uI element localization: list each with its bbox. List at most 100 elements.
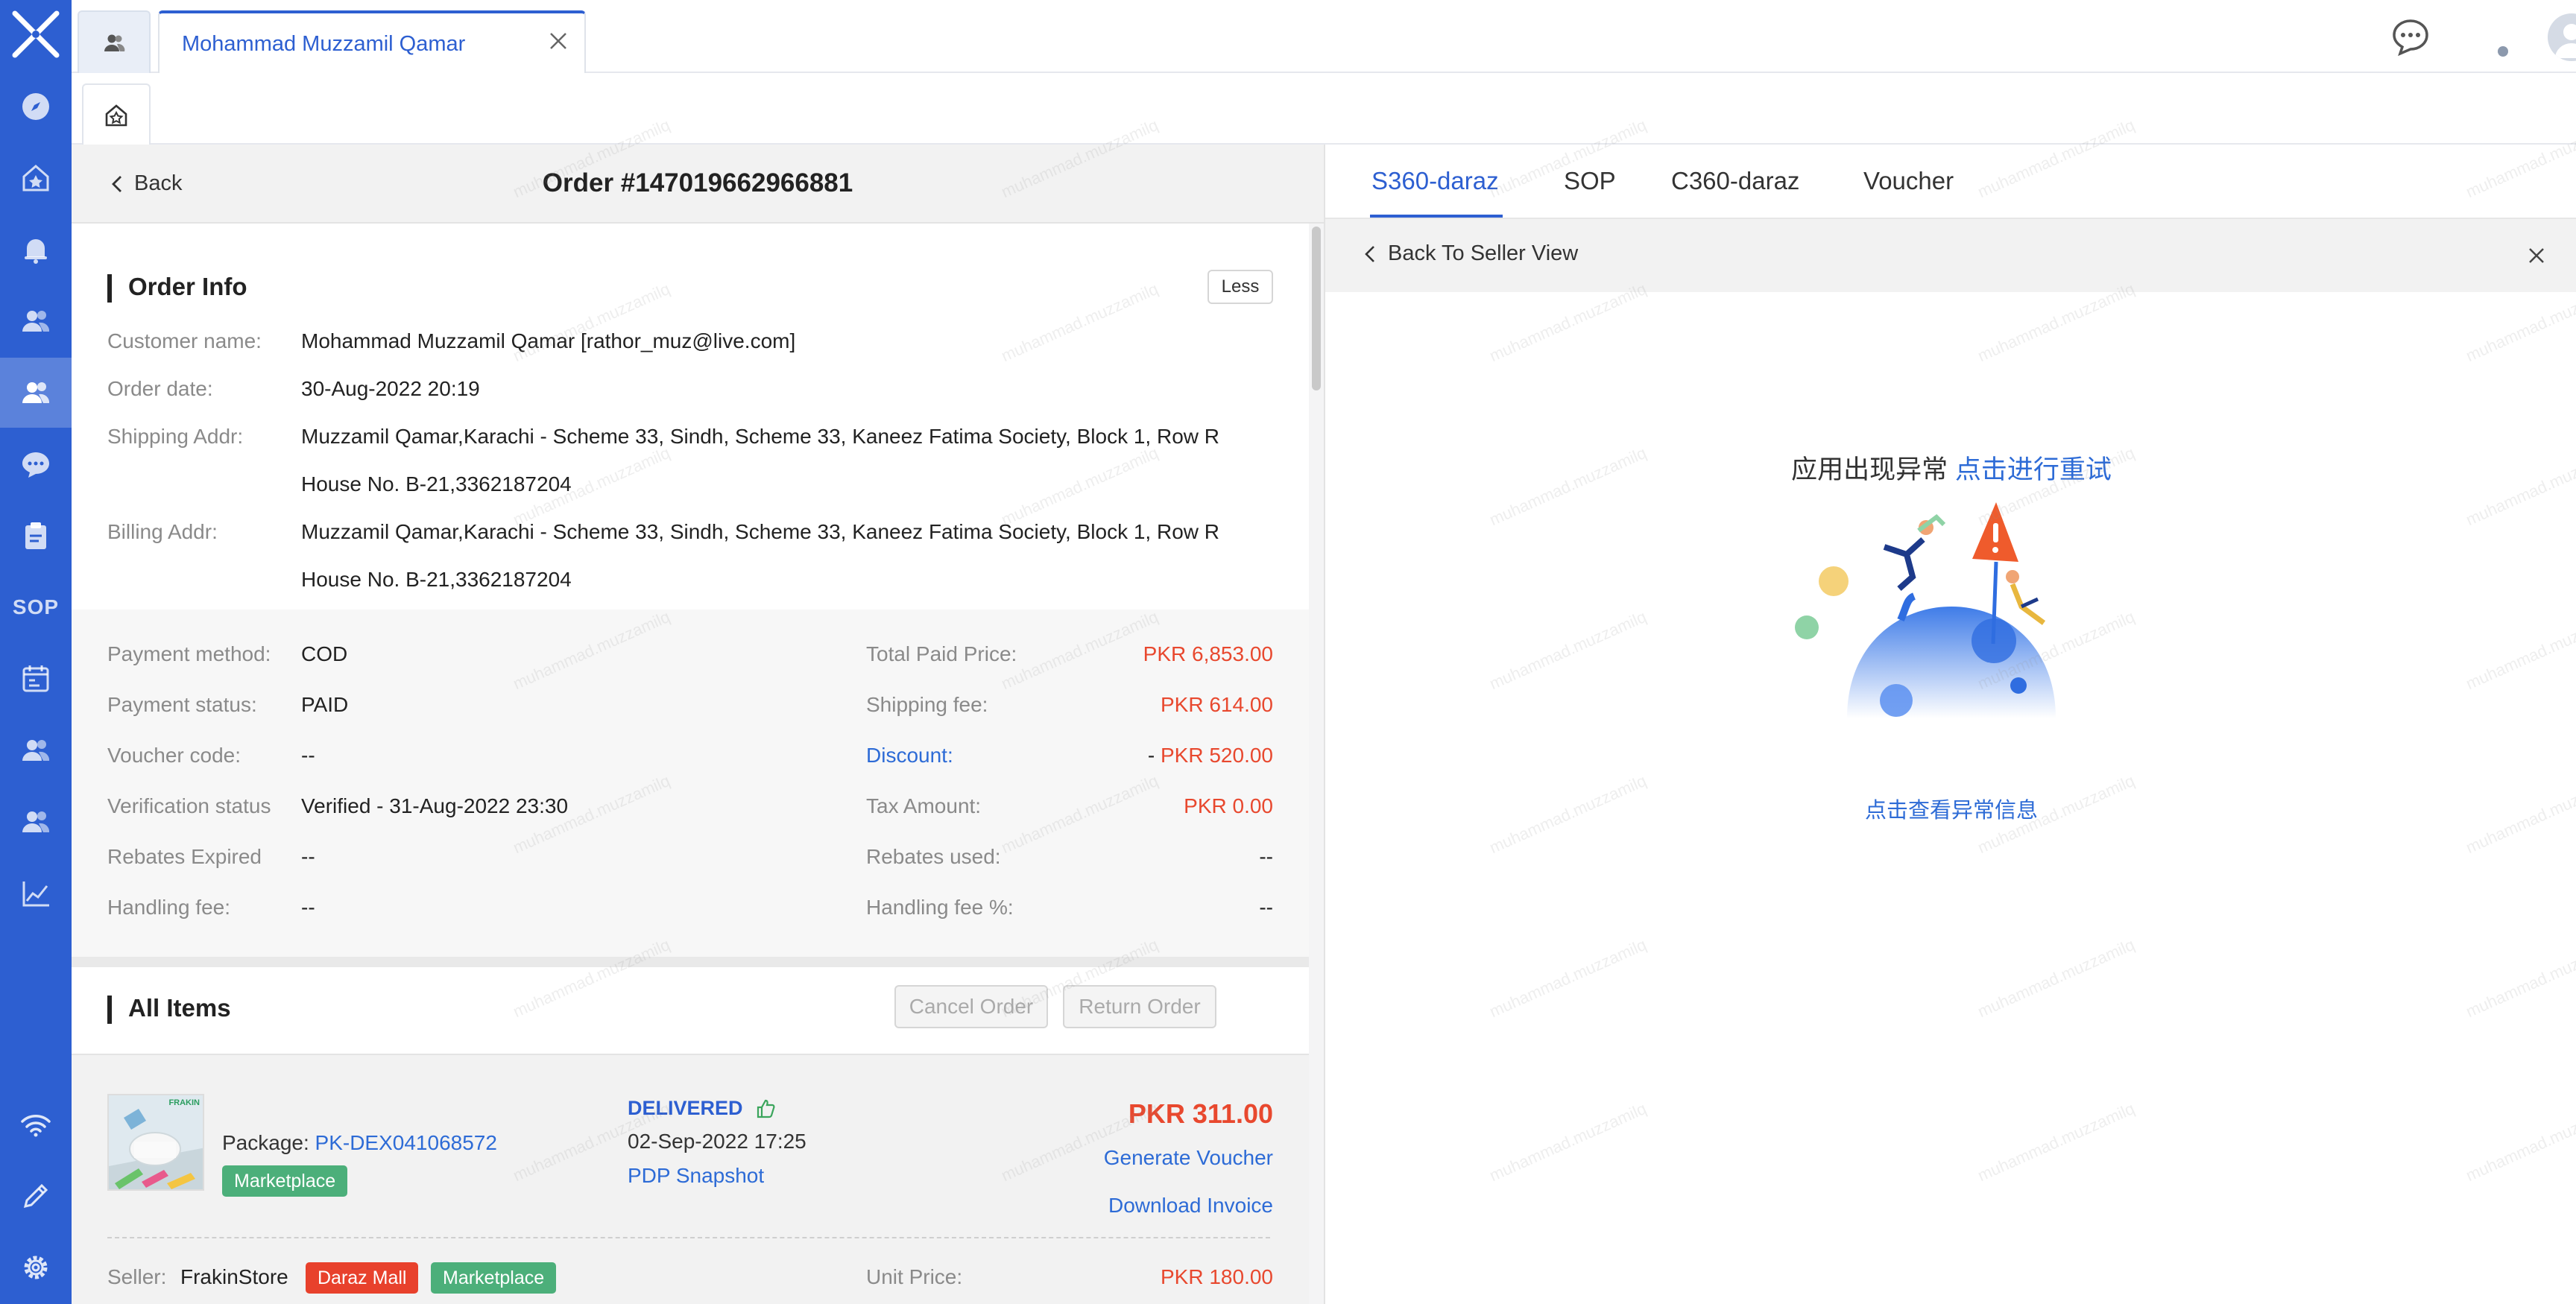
discount-value-wrap: - PKR 520.00	[1148, 744, 1273, 767]
section-divider	[72, 957, 1309, 967]
clipboard-icon[interactable]	[0, 501, 72, 571]
online-status-dot	[2498, 46, 2508, 57]
product-thumbnail[interactable]: FRAKIN	[107, 1094, 204, 1191]
thumbs-up-icon[interactable]	[755, 1098, 776, 1119]
payment-method-label: Payment method:	[107, 642, 271, 665]
back-to-seller-bar: Back To Seller View	[1325, 219, 2576, 292]
payment-status-label: Payment status:	[107, 693, 257, 716]
tab-sop[interactable]: SOP	[1564, 167, 1616, 195]
generate-voucher-link[interactable]: Generate Voucher	[1104, 1146, 1273, 1170]
calendar-icon[interactable]	[0, 644, 72, 714]
tab-customer-label: Mohammad Muzzamil Qamar	[182, 31, 466, 56]
pencil-icon[interactable]	[0, 1161, 72, 1231]
discount-link[interactable]: Discount:	[866, 744, 953, 767]
unit-price-value: PKR 180.00	[1161, 1265, 1273, 1288]
tab-customer[interactable]: Mohammad Muzzamil Qamar	[158, 10, 586, 75]
pdp-snapshot-link[interactable]: PDP Snapshot	[628, 1164, 764, 1188]
gear-icon[interactable]	[0, 1232, 72, 1303]
rebates-expired-label: Rebates Expired	[107, 845, 262, 868]
home-star-icon[interactable]	[0, 143, 72, 213]
shipping-addr-label: Shipping Addr:	[107, 425, 244, 448]
rebates-used-value: --	[1259, 845, 1273, 868]
discount-prefix: -	[1147, 744, 1155, 767]
error-message: 应用出现异常 点击进行重试	[1325, 449, 2576, 487]
tax-amount-label: Tax Amount:	[866, 794, 982, 817]
cancel-order-button[interactable]: Cancel Order	[894, 985, 1048, 1028]
shipping-fee-value: PKR 614.00	[1161, 693, 1273, 716]
app-logo-icon[interactable]	[10, 9, 61, 60]
tab-user-list[interactable]	[78, 10, 151, 73]
order-date-label: Order date:	[107, 377, 213, 400]
handling-fee-pct-label: Handling fee %:	[866, 896, 1014, 919]
secondary-tab-bar	[72, 73, 2576, 146]
seller-label: Seller:	[107, 1265, 167, 1288]
voucher-code-label: Voucher code:	[107, 744, 242, 767]
sidebar-item-sop[interactable]: SOP	[0, 572, 72, 642]
home-icon	[105, 104, 127, 127]
avatar[interactable]	[2548, 13, 2576, 61]
discount-value: PKR 520.00	[1161, 744, 1273, 767]
less-button[interactable]: Less	[1208, 270, 1273, 304]
handling-fee-value: --	[301, 896, 315, 919]
close-tab-icon[interactable]	[547, 30, 569, 52]
package-label: Package:	[222, 1131, 309, 1154]
billing-addr-line2: House No. B-21,3362187204	[301, 568, 572, 591]
unit-price-label: Unit Price:	[866, 1265, 963, 1288]
tab-voucher[interactable]: Voucher	[1863, 167, 1954, 195]
download-invoice-link[interactable]: Download Invoice	[1108, 1194, 1273, 1218]
wifi-icon[interactable]	[0, 1089, 72, 1159]
seller-panel: S360-daraz SOP C360-daraz Voucher Back T…	[1324, 145, 2576, 1304]
seller-marketplace-tag: Marketplace	[431, 1262, 557, 1294]
customer-name-label: Customer name:	[107, 329, 262, 352]
back-to-seller-label: Back To Seller View	[1388, 241, 1579, 265]
shipping-addr-line2: House No. B-21,3362187204	[301, 472, 572, 496]
team-icon[interactable]	[0, 787, 72, 857]
verification-status-value: Verified - 31-Aug-2022 23:30	[301, 794, 569, 817]
total-paid-value: PKR 6,853.00	[1143, 642, 1273, 665]
delivered-date: 02-Sep-2022 17:25	[628, 1130, 806, 1153]
shipping-addr-line1: Muzzamil Qamar,Karachi - Scheme 33, Sind…	[301, 425, 1219, 448]
error-info-link[interactable]: 点击查看异常信息	[1325, 793, 2576, 824]
close-icon[interactable]	[2525, 244, 2548, 267]
users-icon[interactable]	[0, 286, 72, 356]
sop-label: SOP	[12, 595, 60, 618]
chevron-left-icon	[1365, 245, 1374, 262]
daraz-mall-tag: Daraz Mall	[306, 1262, 419, 1294]
shipping-fee-label: Shipping fee:	[866, 693, 988, 716]
rebates-used-label: Rebates used:	[866, 845, 1001, 868]
total-paid-label: Total Paid Price:	[866, 642, 1017, 665]
order-item-row: FRAKIN Package: PK-DEX041068572 Marketpl…	[72, 1054, 1309, 1304]
error-illustration	[1795, 502, 2056, 718]
tab-c360-daraz[interactable]: C360-daraz	[1671, 167, 1799, 195]
billing-addr-line1: Muzzamil Qamar,Karachi - Scheme 33, Sind…	[301, 520, 1219, 543]
handling-fee-pct-value: --	[1259, 896, 1273, 919]
item-divider	[107, 1237, 1270, 1238]
chat-icon[interactable]	[0, 429, 72, 499]
customer-name-value: Mohammad Muzzamil Qamar [rathor_muz@live…	[301, 329, 796, 352]
chart-icon[interactable]	[0, 858, 72, 928]
user-active-icon[interactable]	[0, 358, 72, 428]
package-id-link[interactable]: PK-DEX041068572	[315, 1131, 497, 1154]
all-items-title: All Items	[107, 994, 231, 1024]
compass-icon[interactable]	[0, 72, 72, 142]
customer-icon[interactable]	[0, 715, 72, 785]
payment-section: Payment method: COD Payment status: PAID…	[72, 610, 1309, 957]
order-date-value: 30-Aug-2022 20:19	[301, 377, 480, 400]
order-title: Order #147019662966881	[542, 168, 853, 197]
tab-s360-daraz[interactable]: S360-daraz	[1371, 167, 1499, 195]
delivered-label: DELIVERED	[628, 1097, 743, 1119]
scrollbar[interactable]	[1312, 227, 1321, 390]
bell-icon[interactable]	[0, 215, 72, 285]
voucher-code-value: --	[301, 744, 315, 767]
avatar-person-icon	[2555, 24, 2576, 58]
return-order-button[interactable]: Return Order	[1063, 985, 1216, 1028]
top-tab-bar: Mohammad Muzzamil Qamar	[72, 0, 2576, 75]
message-icon[interactable]	[2390, 16, 2431, 58]
seller-name[interactable]: FrakinStore	[180, 1265, 288, 1289]
back-to-seller-button[interactable]: Back To Seller View	[1363, 241, 1578, 266]
home-tab[interactable]	[82, 83, 151, 146]
retry-link[interactable]: 点击进行重试	[1955, 455, 2112, 484]
delivery-status: DELIVERED	[628, 1097, 776, 1120]
order-header: Back Order #147019662966881	[72, 145, 1324, 224]
item-price: PKR 311.00	[1128, 1098, 1273, 1129]
